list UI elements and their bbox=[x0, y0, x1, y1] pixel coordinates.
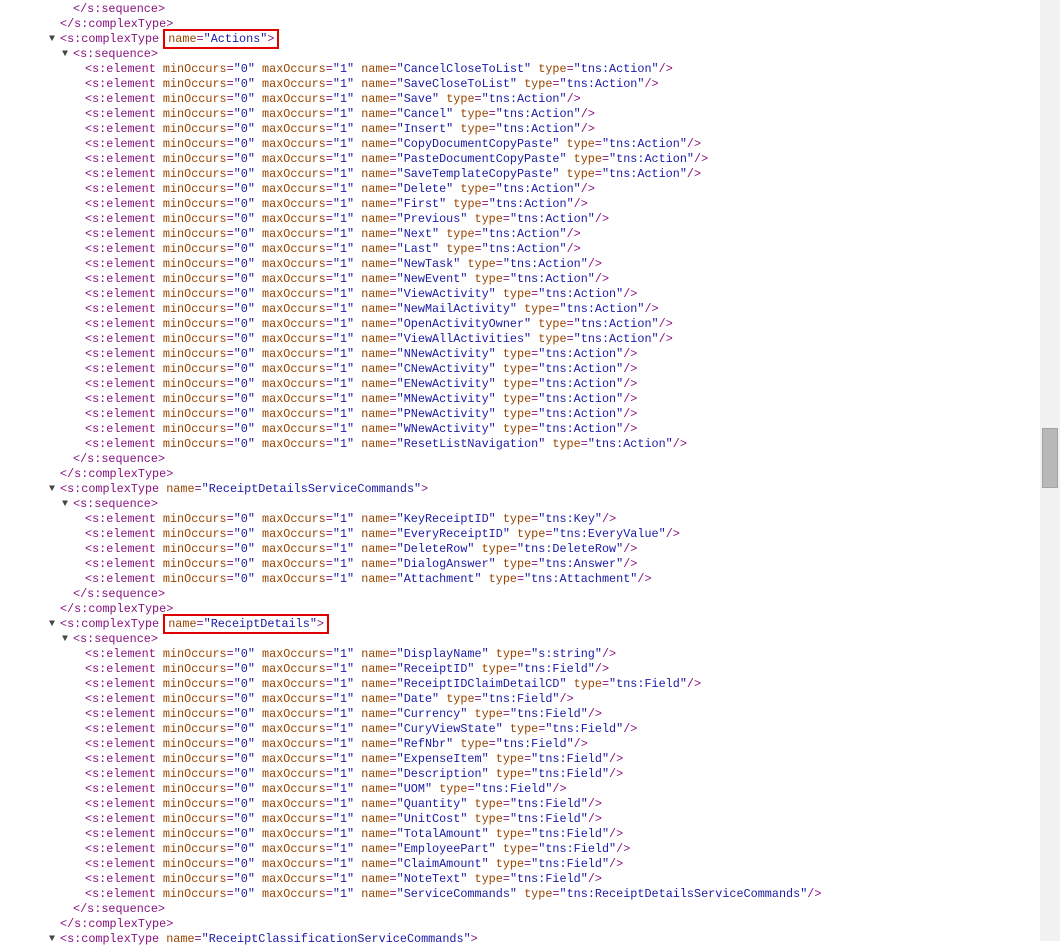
xml-element-line: <s:element minOccurs="0" maxOccurs="1" n… bbox=[85, 842, 631, 856]
collapse-triangle-icon[interactable]: ▼ bbox=[49, 932, 55, 947]
xml-element-line: <s:element minOccurs="0" maxOccurs="1" n… bbox=[85, 332, 673, 346]
xml-element-line: <s:element minOccurs="0" maxOccurs="1" n… bbox=[85, 242, 581, 256]
xml-element-line: <s:element minOccurs="0" maxOccurs="1" n… bbox=[85, 107, 595, 121]
xml-element-line: <s:element minOccurs="0" maxOccurs="1" n… bbox=[85, 572, 652, 586]
collapse-triangle-icon[interactable]: ▼ bbox=[62, 497, 68, 512]
xml-element-line: <s:element minOccurs="0" maxOccurs="1" n… bbox=[85, 227, 581, 241]
xml-element-line: <s:element minOccurs="0" maxOccurs="1" n… bbox=[85, 212, 610, 226]
collapse-triangle-icon[interactable]: ▼ bbox=[62, 47, 68, 62]
xml-element-line: <s:element minOccurs="0" maxOccurs="1" n… bbox=[85, 872, 602, 886]
xml-element-line: <s:element minOccurs="0" maxOccurs="1" n… bbox=[85, 167, 702, 181]
xml-element-line: <s:element minOccurs="0" maxOccurs="1" n… bbox=[85, 737, 588, 751]
xml-element-line: <s:element minOccurs="0" maxOccurs="1" n… bbox=[85, 182, 595, 196]
xml-element-line: <s:element minOccurs="0" maxOccurs="1" n… bbox=[85, 437, 687, 451]
xml-element-line: <s:element minOccurs="0" maxOccurs="1" n… bbox=[85, 272, 610, 286]
xml-element-line: <s:element minOccurs="0" maxOccurs="1" n… bbox=[85, 347, 638, 361]
xml-element-line: <s:element minOccurs="0" maxOccurs="1" n… bbox=[85, 377, 638, 391]
xml-element-line: <s:element minOccurs="0" maxOccurs="1" n… bbox=[85, 197, 588, 211]
xml-closing-tag: </s:complexType> bbox=[60, 467, 174, 481]
xml-closing-tag: </s:complexType> bbox=[60, 917, 174, 931]
xml-closing-tag: </s:sequence> bbox=[73, 587, 166, 601]
xml-element-line: <s:element minOccurs="0" maxOccurs="1" n… bbox=[85, 887, 822, 901]
xml-element-line: <s:element minOccurs="0" maxOccurs="1" n… bbox=[85, 647, 617, 661]
xml-element-line: <s:element minOccurs="0" maxOccurs="1" n… bbox=[85, 827, 624, 841]
xml-element-line: <s:element minOccurs="0" maxOccurs="1" n… bbox=[85, 407, 638, 421]
highlighted-name-attribute: name="ReceiptDetails"> bbox=[163, 614, 330, 634]
xml-element-line: <s:element minOccurs="0" maxOccurs="1" n… bbox=[85, 722, 638, 736]
xml-element-line: <s:element minOccurs="0" maxOccurs="1" n… bbox=[85, 542, 638, 556]
xml-element-line: <s:element minOccurs="0" maxOccurs="1" n… bbox=[85, 422, 638, 436]
xml-element-line: <s:element minOccurs="0" maxOccurs="1" n… bbox=[85, 77, 659, 91]
xml-element-line: <s:element minOccurs="0" maxOccurs="1" n… bbox=[85, 287, 638, 301]
xml-element-line: <s:element minOccurs="0" maxOccurs="1" n… bbox=[85, 527, 680, 541]
xml-closing-tag: </s:sequence> bbox=[73, 2, 166, 16]
xml-open-tag: ▼ <s:complexType name="ReceiptDetails"> bbox=[49, 614, 330, 634]
xml-element-line: <s:element minOccurs="0" maxOccurs="1" n… bbox=[85, 857, 624, 871]
collapse-triangle-icon[interactable]: ▼ bbox=[49, 482, 55, 497]
xml-element-line: <s:element minOccurs="0" maxOccurs="1" n… bbox=[85, 317, 673, 331]
xml-element-line: <s:element minOccurs="0" maxOccurs="1" n… bbox=[85, 122, 595, 136]
xml-closing-tag: </s:complexType> bbox=[60, 602, 174, 616]
xml-element-line: <s:element minOccurs="0" maxOccurs="1" n… bbox=[85, 302, 659, 316]
collapse-triangle-icon[interactable]: ▼ bbox=[62, 632, 68, 647]
collapse-triangle-icon[interactable]: ▼ bbox=[49, 617, 55, 632]
xml-open-tag: ▼ <s:sequence> bbox=[62, 497, 158, 511]
xml-element-line: <s:element minOccurs="0" maxOccurs="1" n… bbox=[85, 752, 624, 766]
xml-element-line: <s:element minOccurs="0" maxOccurs="1" n… bbox=[85, 362, 638, 376]
xml-element-line: <s:element minOccurs="0" maxOccurs="1" n… bbox=[85, 812, 602, 826]
xml-open-tag: ▼ <s:complexType name="ReceiptClassificat… bbox=[49, 932, 478, 946]
xml-closing-tag: </s:complexType> bbox=[60, 17, 174, 31]
xml-element-line: <s:element minOccurs="0" maxOccurs="1" n… bbox=[85, 257, 602, 271]
highlighted-name-attribute: name="Actions"> bbox=[163, 29, 280, 49]
xml-element-line: <s:element minOccurs="0" maxOccurs="1" n… bbox=[85, 92, 581, 106]
scrollbar-thumb[interactable] bbox=[1042, 428, 1058, 488]
xml-element-line: <s:element minOccurs="0" maxOccurs="1" n… bbox=[85, 662, 610, 676]
xml-element-line: <s:element minOccurs="0" maxOccurs="1" n… bbox=[85, 62, 673, 76]
xml-element-line: <s:element minOccurs="0" maxOccurs="1" n… bbox=[85, 392, 638, 406]
xml-element-line: <s:element minOccurs="0" maxOccurs="1" n… bbox=[85, 557, 638, 571]
xml-element-line: <s:element minOccurs="0" maxOccurs="1" n… bbox=[85, 512, 617, 526]
xml-open-tag: ▼ <s:sequence> bbox=[62, 632, 158, 646]
xml-element-line: <s:element minOccurs="0" maxOccurs="1" n… bbox=[85, 137, 702, 151]
xml-closing-tag: </s:sequence> bbox=[73, 902, 166, 916]
xml-element-line: <s:element minOccurs="0" maxOccurs="1" n… bbox=[85, 797, 602, 811]
xml-element-line: <s:element minOccurs="0" maxOccurs="1" n… bbox=[85, 692, 574, 706]
xml-element-line: <s:element minOccurs="0" maxOccurs="1" n… bbox=[85, 707, 602, 721]
xml-open-tag: ▼ <s:complexType name="Actions"> bbox=[49, 29, 280, 49]
xml-open-tag: ▼ <s:complexType name="ReceiptDetailsServ… bbox=[49, 482, 429, 496]
xml-element-line: <s:element minOccurs="0" maxOccurs="1" n… bbox=[85, 677, 702, 691]
xml-element-line: <s:element minOccurs="0" maxOccurs="1" n… bbox=[85, 782, 567, 796]
xml-open-tag: ▼ <s:sequence> bbox=[62, 47, 158, 61]
collapse-triangle-icon[interactable]: ▼ bbox=[49, 32, 55, 47]
xml-closing-tag: </s:sequence> bbox=[73, 452, 166, 466]
xml-element-line: <s:element minOccurs="0" maxOccurs="1" n… bbox=[85, 767, 624, 781]
xml-element-line: <s:element minOccurs="0" maxOccurs="1" n… bbox=[85, 152, 709, 166]
vertical-scrollbar[interactable] bbox=[1040, 0, 1060, 941]
